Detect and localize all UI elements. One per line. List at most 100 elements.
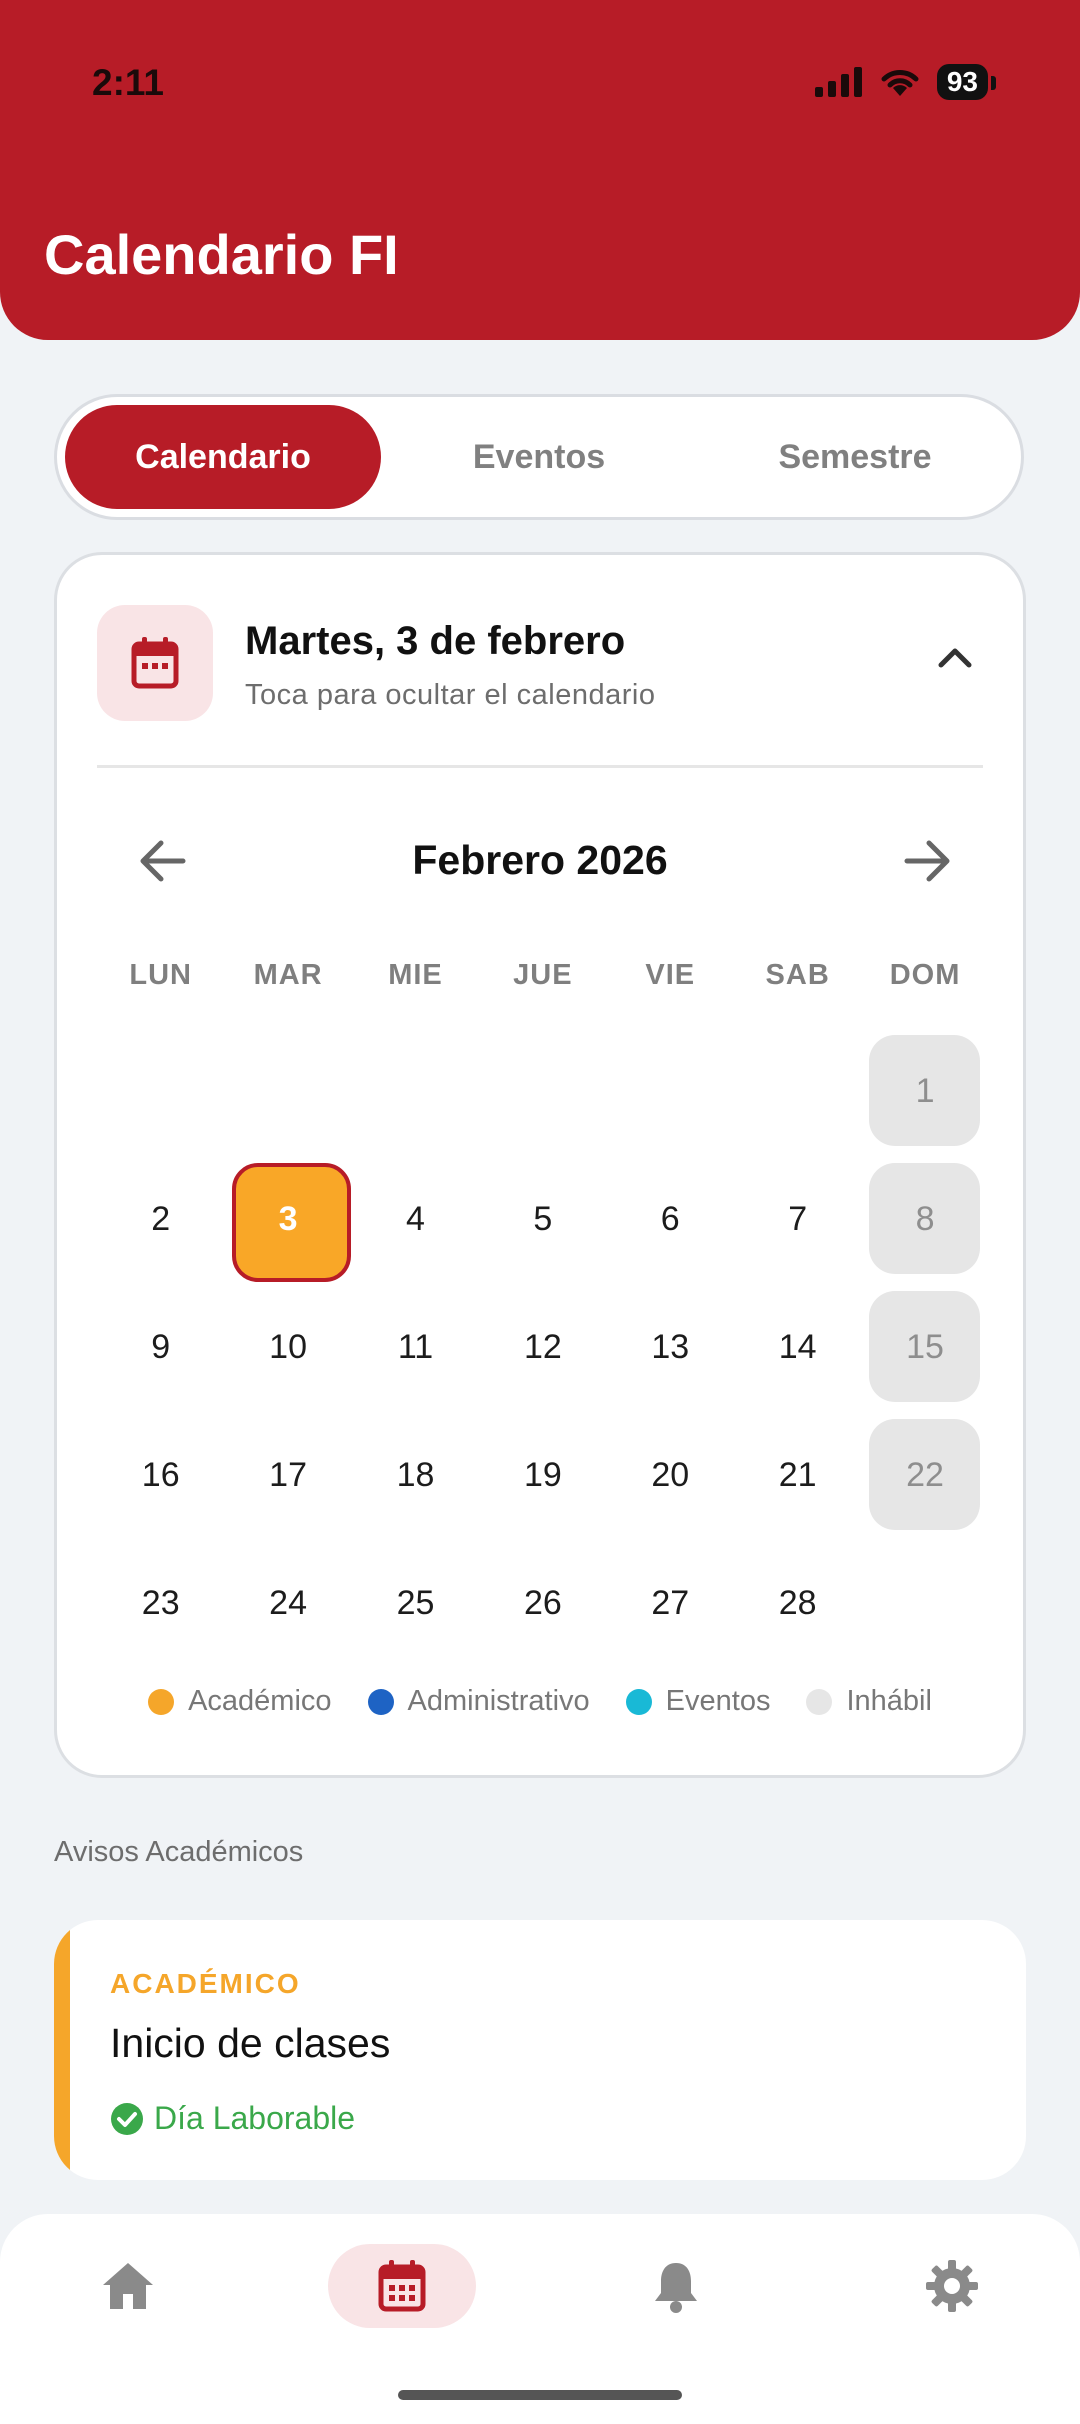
calendar-day-3[interactable]: 3 (224, 1155, 352, 1283)
tab-calendario[interactable]: Calendario (65, 405, 381, 509)
tab-semestre[interactable]: Semestre (697, 405, 1013, 509)
calendar-week-row: 1 (97, 1027, 989, 1155)
calendar-day-number: 10 (269, 1327, 307, 1366)
calendar-day-23[interactable]: 23 (97, 1539, 224, 1667)
calendar-day-number: 5 (533, 1199, 553, 1238)
calendar-day-number: 19 (523, 1455, 562, 1494)
calendar-day-4[interactable]: 4 (352, 1155, 479, 1283)
selected-date-title[interactable]: Martes, 3 de febrero (245, 619, 625, 664)
calendar-day-15[interactable]: 15 (861, 1283, 988, 1411)
calendar-empty-cell (224, 1027, 351, 1155)
legend-item-administrativo: Administrativo (367, 1685, 590, 1718)
calendar-day-number: 18 (396, 1455, 435, 1494)
calendar-day-19[interactable]: 19 (479, 1411, 606, 1539)
legend-dot (625, 1688, 652, 1715)
calendar-day-number: 23 (141, 1583, 180, 1622)
calendar-day-number: 1 (915, 1071, 935, 1110)
bottom-navigation (0, 2214, 1080, 2424)
arrow-right-icon[interactable] (903, 837, 953, 885)
calendar-empty-cell (861, 1539, 988, 1667)
legend-label: Académico (188, 1685, 332, 1717)
calendar-day-number: 27 (651, 1583, 690, 1622)
calendar-day-10[interactable]: 10 (224, 1283, 351, 1411)
calendar-day-number: 2 (151, 1199, 171, 1238)
weekday-label: JUE (513, 959, 573, 991)
calendar-day-26[interactable]: 26 (479, 1539, 606, 1667)
legend-item-inhabil: Inhábil (806, 1685, 932, 1718)
notice-status-label: Día Laborable (154, 2100, 356, 2136)
calendar-day-16[interactable]: 16 (97, 1411, 224, 1539)
nav-calendar[interactable] (328, 2244, 476, 2328)
nav-notifications[interactable] (602, 2244, 750, 2328)
notice-category: ACADÉMICO (110, 1968, 301, 1999)
calendar-day-9[interactable]: 9 (97, 1283, 224, 1411)
calendar-day-5[interactable]: 5 (479, 1155, 606, 1283)
calendar-day-22[interactable]: 22 (861, 1411, 988, 1539)
notice-card[interactable]: ACADÉMICO Inicio de clases Día Laborable (54, 1920, 1026, 2180)
section-title: Avisos Académicos (54, 1836, 304, 1868)
weekday-label: DOM (889, 959, 961, 991)
divider (97, 765, 983, 768)
calendar-day-number: 20 (651, 1455, 690, 1494)
calendar-day-number: 4 (406, 1199, 425, 1238)
battery-indicator: 93 (936, 64, 997, 100)
legend-label: Eventos (665, 1685, 771, 1717)
notice-status: Día Laborable (110, 2100, 355, 2137)
legend-label: Inhábil (846, 1685, 932, 1717)
chevron-up-icon[interactable] (937, 645, 973, 669)
calendar-day-8[interactable]: 8 (861, 1155, 988, 1283)
legend-label: Administrativo (407, 1685, 590, 1717)
calendar-day-20[interactable]: 20 (607, 1411, 734, 1539)
calendar-day-18[interactable]: 18 (352, 1411, 479, 1539)
calendar-day-number: 14 (778, 1327, 817, 1366)
tab-bar: Calendario Eventos Semestre (54, 394, 1024, 520)
home-indicator (398, 2390, 682, 2400)
legend-dot (148, 1688, 175, 1715)
calendar-day-24[interactable]: 24 (224, 1539, 351, 1667)
calendar-day-28[interactable]: 28 (734, 1539, 861, 1667)
calendar-day-6[interactable]: 6 (607, 1155, 734, 1283)
calendar-day-1[interactable]: 1 (861, 1027, 988, 1155)
calendar-icon (378, 2260, 426, 2312)
calendar-day-21[interactable]: 21 (734, 1411, 861, 1539)
weekday-label: VIE (645, 959, 696, 991)
calendar-day-number: 15 (906, 1327, 944, 1366)
calendar-day-number: 17 (269, 1455, 307, 1494)
bell-icon (655, 2263, 697, 2313)
calendar-day-number: 7 (788, 1199, 808, 1238)
calendar-empty-cell (352, 1027, 479, 1155)
calendar-toggle-hint[interactable]: Toca para ocultar el calendario (245, 679, 655, 712)
calendar-day-number: 22 (906, 1455, 944, 1494)
calendar-day-2[interactable]: 2 (97, 1155, 224, 1283)
calendar-card: Martes, 3 de febrero Toca para ocultar e… (54, 552, 1026, 1778)
home-icon (103, 2263, 153, 2309)
calendar-day-13[interactable]: 13 (607, 1283, 734, 1411)
calendar-day-17[interactable]: 17 (224, 1411, 351, 1539)
nav-home[interactable] (54, 2244, 202, 2328)
tab-eventos[interactable]: Eventos (381, 405, 697, 509)
calendar-day-11[interactable]: 11 (352, 1283, 479, 1411)
signal-icon (814, 67, 862, 97)
calendar-day-12[interactable]: 12 (479, 1283, 606, 1411)
calendar-icon (97, 605, 213, 721)
calendar-day-number: 25 (396, 1583, 435, 1622)
calendar-day-number: 12 (523, 1327, 562, 1366)
calendar-empty-cell (97, 1027, 224, 1155)
nav-settings[interactable] (878, 2244, 1026, 2328)
month-label: Febrero 2026 (412, 837, 668, 883)
calendar-day-14[interactable]: 14 (734, 1283, 861, 1411)
app-header: 2:11 93 Calendario FI (0, 0, 1080, 340)
calendar-empty-cell (479, 1027, 606, 1155)
gear-icon (926, 2260, 978, 2312)
legend-dot (806, 1688, 833, 1715)
weekday-label: MAR (253, 959, 323, 991)
calendar-empty-cell (734, 1027, 861, 1155)
calendar-day-25[interactable]: 25 (352, 1539, 479, 1667)
calendar-week-row: 2 3 4 5 6 7 8 (97, 1155, 989, 1283)
calendar-day-number: 8 (915, 1199, 935, 1238)
calendar-day-7[interactable]: 7 (734, 1155, 861, 1283)
calendar-day-number: 9 (151, 1327, 171, 1366)
calendar-day-27[interactable]: 27 (607, 1539, 734, 1667)
calendar-empty-cell (607, 1027, 734, 1155)
weekday-label: SAB (765, 959, 830, 991)
